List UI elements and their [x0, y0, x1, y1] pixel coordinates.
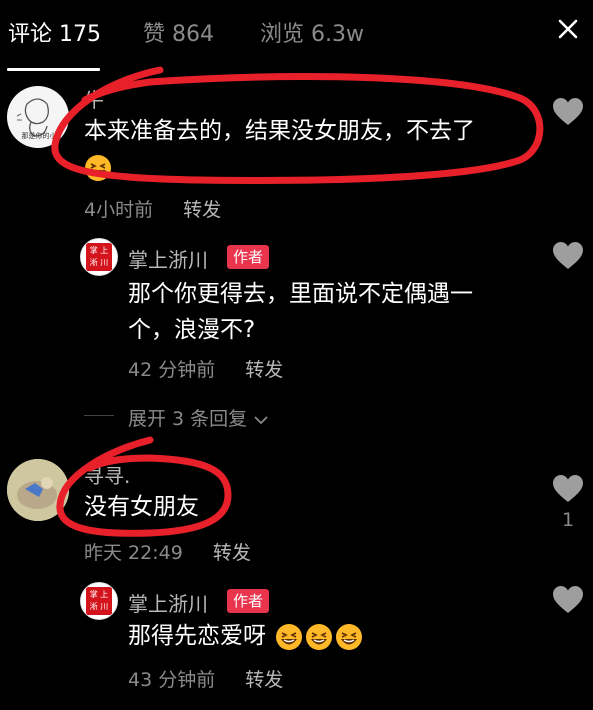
photo-avatar-icon: [7, 459, 69, 521]
comment-time: 4小时前: [84, 199, 154, 221]
reply-meta: 42 分钟前 转发: [128, 355, 283, 382]
like-count: 1: [561, 509, 575, 531]
comment-username[interactable]: 牛: [84, 84, 104, 113]
forward-button[interactable]: 转发: [213, 542, 251, 564]
avatar[interactable]: [7, 459, 69, 521]
comment-meta: 4小时前 转发: [84, 195, 221, 222]
avatar[interactable]: 那是你的小: [7, 86, 69, 148]
chevron-down-icon: [254, 415, 268, 424]
close-icon: [558, 19, 578, 39]
reply-time: 43 分钟前: [128, 669, 216, 691]
comment-time: 昨天 22:49: [84, 542, 183, 564]
comment-meta: 昨天 22:49 转发: [84, 538, 251, 565]
avatar-logo-text-bottom: 淅 川: [89, 602, 109, 611]
avatar-caption: 那是你的小: [21, 132, 57, 140]
comment-tabs: 评论 175 赞 864 浏览 6.3w: [0, 0, 593, 72]
heart-icon[interactable]: [552, 585, 584, 615]
avatar-logo-text-bottom: 淅 川: [89, 258, 109, 267]
close-button[interactable]: [553, 14, 583, 44]
reply-text-line1: 那个你更得去，里面说不定偶遇一: [128, 281, 473, 307]
grinning-squint-emoji: [336, 623, 363, 650]
reply-time: 42 分钟前: [128, 359, 216, 381]
reply-text: 那得先恋爱呀: [128, 618, 528, 654]
avatar-logo-text-top: 掌 上: [89, 246, 109, 255]
heart-icon[interactable]: [552, 241, 584, 271]
tab-views[interactable]: 浏览 6.3w: [260, 16, 364, 48]
author-avatar[interactable]: 掌 上 淅 川: [80, 238, 118, 276]
expand-replies-button[interactable]: 展开 3 条回复: [128, 404, 269, 431]
tab-likes[interactable]: 赞 864: [143, 16, 214, 48]
reply-username[interactable]: 掌上浙川: [128, 588, 208, 617]
expand-label: 展开 3 条回复: [128, 408, 248, 430]
author-badge: 作者: [227, 245, 270, 269]
author-avatar[interactable]: 掌 上 淅 川: [80, 582, 118, 620]
reply-text-content: 那得先恋爱呀: [128, 623, 266, 649]
active-tab-indicator: [7, 68, 100, 71]
comment-text: 本来准备去的，结果没女朋友，不去了: [84, 113, 524, 185]
grinning-squint-emoji: [276, 623, 303, 650]
forward-button[interactable]: 转发: [183, 199, 221, 221]
reply-text-line2: 个，浪漫不?: [128, 317, 256, 343]
forward-button[interactable]: 转发: [245, 669, 283, 691]
author-badge: 作者: [227, 589, 270, 613]
heart-icon[interactable]: [552, 474, 584, 504]
reply-meta: 43 分钟前 转发: [128, 665, 283, 692]
reply-username[interactable]: 掌上浙川: [128, 244, 208, 273]
forward-button[interactable]: 转发: [245, 359, 283, 381]
comment-text: 没有女朋友: [84, 494, 199, 520]
grinning-squint-emoji: [85, 154, 111, 181]
expand-divider: [84, 415, 114, 416]
grinning-squint-emoji: [306, 623, 333, 650]
reply-text: 那个你更得去，里面说不定偶遇一 个，浪漫不?: [128, 276, 528, 348]
comment-username[interactable]: 寻寻.: [84, 460, 130, 489]
tab-comments[interactable]: 评论 175: [8, 16, 101, 48]
heart-icon[interactable]: [552, 97, 584, 127]
comment-text-content: 本来准备去的，结果没女朋友，不去了: [84, 118, 475, 144]
avatar-logo-text-top: 掌 上: [89, 590, 109, 599]
